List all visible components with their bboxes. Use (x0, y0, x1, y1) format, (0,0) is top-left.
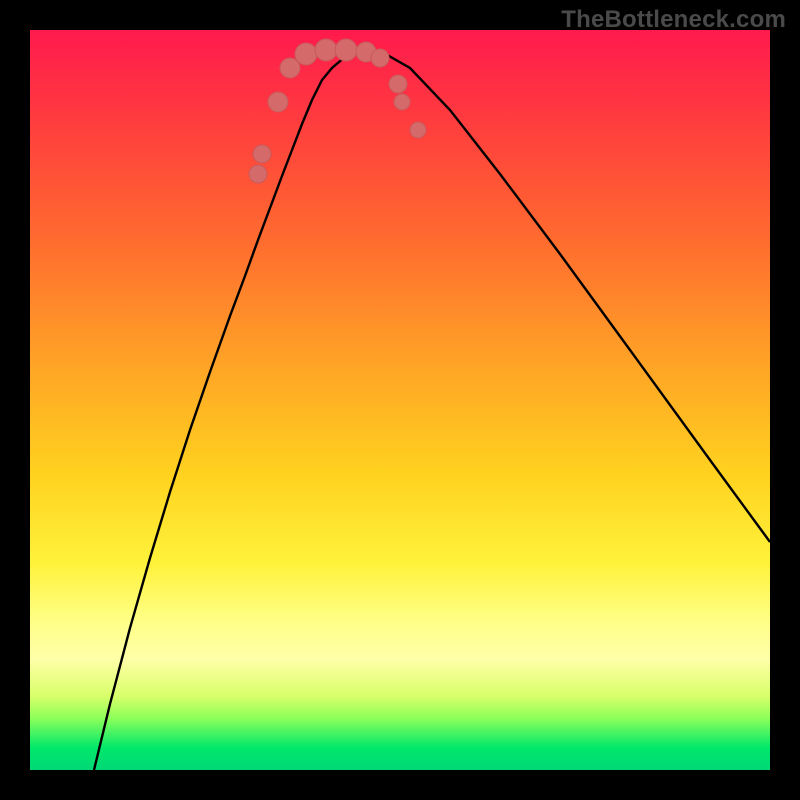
curve-marker (389, 75, 407, 93)
curve-marker (295, 43, 317, 65)
curve-marker (410, 122, 426, 138)
curve-marker (249, 165, 267, 183)
bottleneck-chart-svg (30, 30, 770, 770)
watermark-text: TheBottleneck.com (561, 6, 786, 34)
chart-frame: TheBottleneck.com (0, 0, 800, 800)
bottleneck-curve (94, 50, 770, 770)
curve-marker (253, 145, 271, 163)
curve-marker (315, 39, 337, 61)
curve-marker (335, 39, 357, 61)
chart-plot-area (30, 30, 770, 770)
curve-marker (268, 92, 288, 112)
curve-marker (371, 49, 389, 67)
curve-marker (394, 94, 410, 110)
